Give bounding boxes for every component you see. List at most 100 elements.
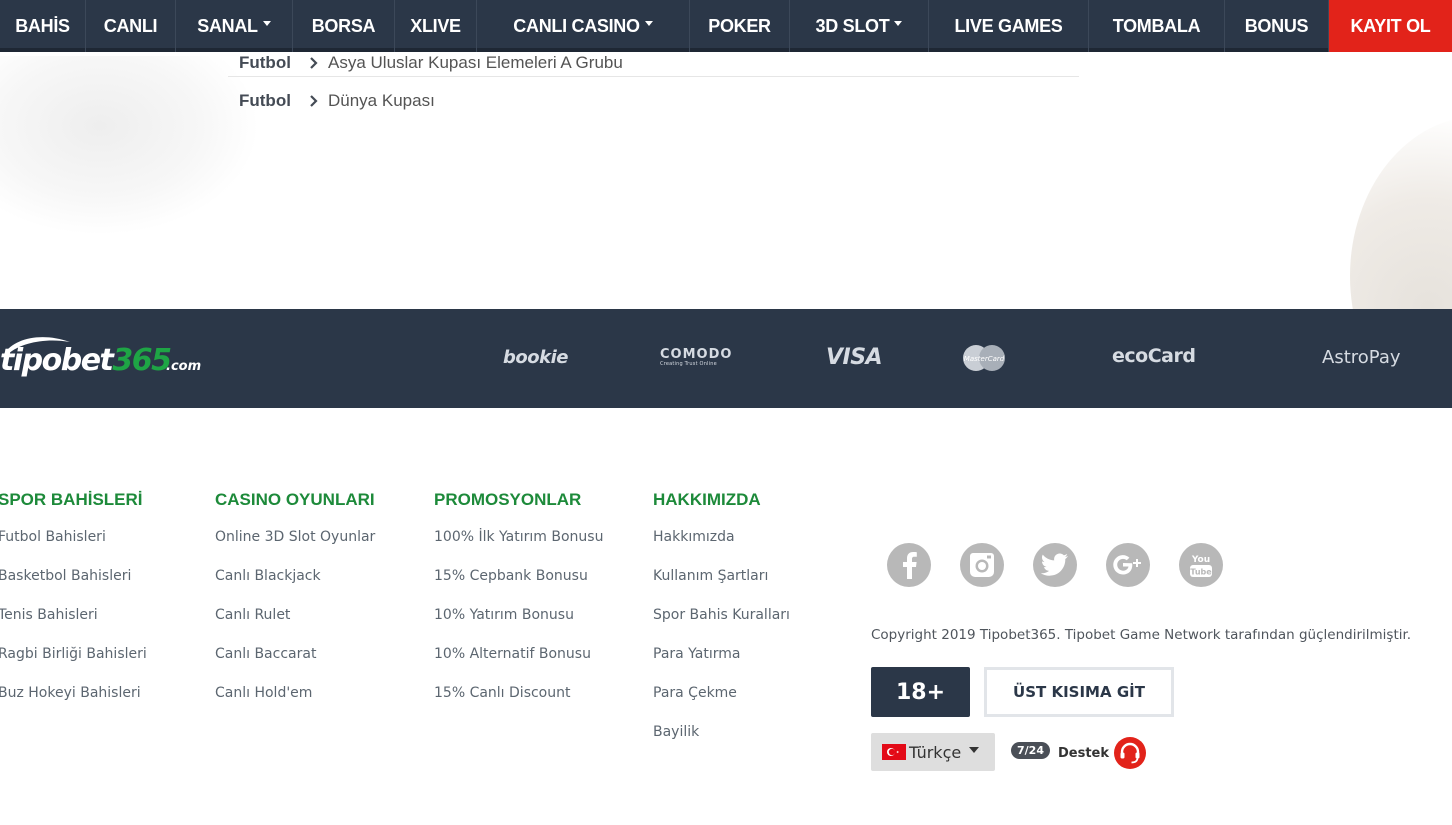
nav-label: CANLI [103,15,158,36]
footer-column-about: HAKKIMIZDA Hakkımızda Kullanım Şartları … [653,488,790,763]
footer-link[interactable]: Spor Bahis Kuralları [653,607,790,646]
link-list: 100% İlk Yatırım Bonusu 15% Cepbank Bonu… [434,529,603,724]
footer-link[interactable]: Online 3D Slot Oyunlar [215,529,375,568]
support-label: Destek [1057,745,1110,761]
nav-xlive[interactable]: XLIVE [395,0,477,52]
footer-link[interactable]: Basketbol Bahisleri [0,568,147,607]
footer-column-promotions: PROMOSYONLAR 100% İlk Yatırım Bonusu 15%… [434,488,603,724]
nav-live-games[interactable]: LIVE GAMES [929,0,1089,52]
facebook-icon[interactable] [887,543,931,587]
nav-borsa[interactable]: BORSA [293,0,395,52]
top-navigation: BAHİS CANLI SANAL BORSA XLIVE CANLI CASI… [0,0,1452,52]
support-button[interactable]: 7/24 Destek [1011,737,1147,769]
nav-label: BAHİS [15,15,70,36]
logo-wordmark: tipobet365 [0,343,172,378]
comodo-logo: COMODO Creating Trust Online [660,347,732,367]
footer-link[interactable]: Kullanım Şartları [653,568,790,607]
social-links: You Tube [887,543,1252,587]
logo-part: tipo [0,343,62,378]
instagram-icon[interactable] [960,543,1004,587]
mastercard-logo: MasterCard [960,343,1008,373]
headset-icon [1114,737,1147,769]
nav-label: SANAL [197,15,258,36]
mastercard-icon: MasterCard [963,345,1005,371]
youtube-you-text: You [1191,555,1210,565]
chevron-down-icon [262,20,271,26]
nav-canli-casino[interactable]: CANLI CASINO [477,0,690,52]
link-list: Futbol Bahisleri Basketbol Bahisleri Ten… [0,529,147,724]
footer-link[interactable]: Tenis Bahisleri [0,607,147,646]
register-button[interactable]: KAYIT OL [1329,0,1452,52]
link-list: Hakkımızda Kullanım Şartları Spor Bahis … [653,529,790,763]
league-row[interactable]: Futbol Dünya Kupası [228,82,1079,119]
youtube-tube-text: Tube [1190,568,1212,577]
column-title: HAKKIMIZDA [653,490,761,509]
google-plus-icon[interactable] [1106,543,1150,587]
footer-column-casino: CASINO OYUNLARI Online 3D Slot Oyunlar C… [215,488,375,724]
back-to-top-button[interactable]: ÜST KISIMA GİT [984,667,1174,717]
footer-link[interactable]: Bayilik [653,724,790,763]
astropay-logo: AstroPay [1322,347,1401,368]
footer-link[interactable]: Hakkımızda [653,529,790,568]
footer-link[interactable]: Canlı Baccarat [215,646,375,685]
footer-link[interactable]: Para Yatırma [653,646,790,685]
turkey-flag-icon [882,744,906,760]
chevron-down-icon [644,20,653,26]
sport-label: Futbol [239,90,291,110]
nav-label: LIVE GAMES [954,15,1063,36]
chevron-right-icon [310,94,318,107]
logo-suffix: .com [166,359,202,374]
nav-3d-slot[interactable]: 3D SLOT [790,0,929,52]
nav-label: 3D SLOT [815,15,890,36]
footer-link[interactable]: Canlı Hold'em [215,685,375,724]
support-hours-badge: 7/24 [1011,741,1050,759]
nav-label: CANLI CASINO [513,15,640,36]
nav-label: POKER [708,15,771,36]
league-link[interactable]: Dünya Kupası [328,91,435,111]
footer-link[interactable]: Buz Hokeyi Bahisleri [0,685,147,724]
league-row[interactable]: Futbol Asya Uluslar Kupası Elemeleri A G… [228,50,1079,77]
language-selector[interactable]: Türkçe [871,733,995,771]
column-title: CASINO OYUNLARI [215,490,375,509]
footer-link[interactable]: 15% Canlı Discount [434,685,603,724]
language-label: Türkçe [909,742,962,762]
chevron-down-icon [969,747,980,753]
visa-logo: VISA [826,345,883,370]
footer-link[interactable]: Para Çekme [653,685,790,724]
nav-canli[interactable]: CANLI [86,0,176,52]
chevron-right-icon [310,57,318,69]
nav-bonus[interactable]: BONUS [1225,0,1329,52]
footer-link[interactable]: Ragbi Birliği Bahisleri [0,646,147,685]
chevron-down-icon [894,20,903,26]
league-link[interactable]: Asya Uluslar Kupası Elemeleri A Grubu [328,53,623,73]
nav-poker[interactable]: POKER [690,0,790,52]
nav-bahis[interactable]: BAHİS [0,0,86,52]
youtube-icon[interactable]: You Tube [1179,543,1223,587]
background-decoration [1350,116,1452,309]
column-title: PROMOSYONLAR [434,490,582,509]
copyright-text: Copyright 2019 Tipobet365. Tipobet Game … [871,627,1412,643]
footer-link[interactable]: 10% Yatırım Bonusu [434,607,603,646]
footer-link[interactable]: 15% Cepbank Bonusu [434,568,603,607]
mastercard-text: MasterCard [964,355,1005,363]
ecocard-logo: ecoCard [1112,345,1196,367]
nav-label: BORSA [311,15,376,36]
payment-band: tipobet365 .com bookie COMODO Creating Tr… [0,309,1452,408]
nav-tombala[interactable]: TOMBALA [1089,0,1225,52]
sport-label: Futbol [239,53,291,72]
footer-link[interactable]: Canlı Blackjack [215,568,375,607]
column-title: SPOR BAHİSLERİ [0,490,143,509]
comodo-text: COMODO [660,347,733,362]
footer-link[interactable]: 10% Alternatif Bonusu [434,646,603,685]
age-restriction-badge: 18+ [871,667,970,717]
twitter-icon[interactable] [1033,543,1077,587]
link-list: Online 3D Slot Oyunlar Canlı Blackjack C… [215,529,375,724]
footer-link[interactable]: Canlı Rulet [215,607,375,646]
logo-part: 365 [112,343,172,378]
site-logo[interactable]: tipobet365 .com [0,335,202,385]
footer-link[interactable]: Futbol Bahisleri [0,529,147,568]
nav-sanal[interactable]: SANAL [176,0,293,52]
nav-label: BONUS [1244,15,1309,36]
footer-link[interactable]: 100% İlk Yatırım Bonusu [434,529,603,568]
nav-label: KAYIT OL [1350,15,1431,36]
